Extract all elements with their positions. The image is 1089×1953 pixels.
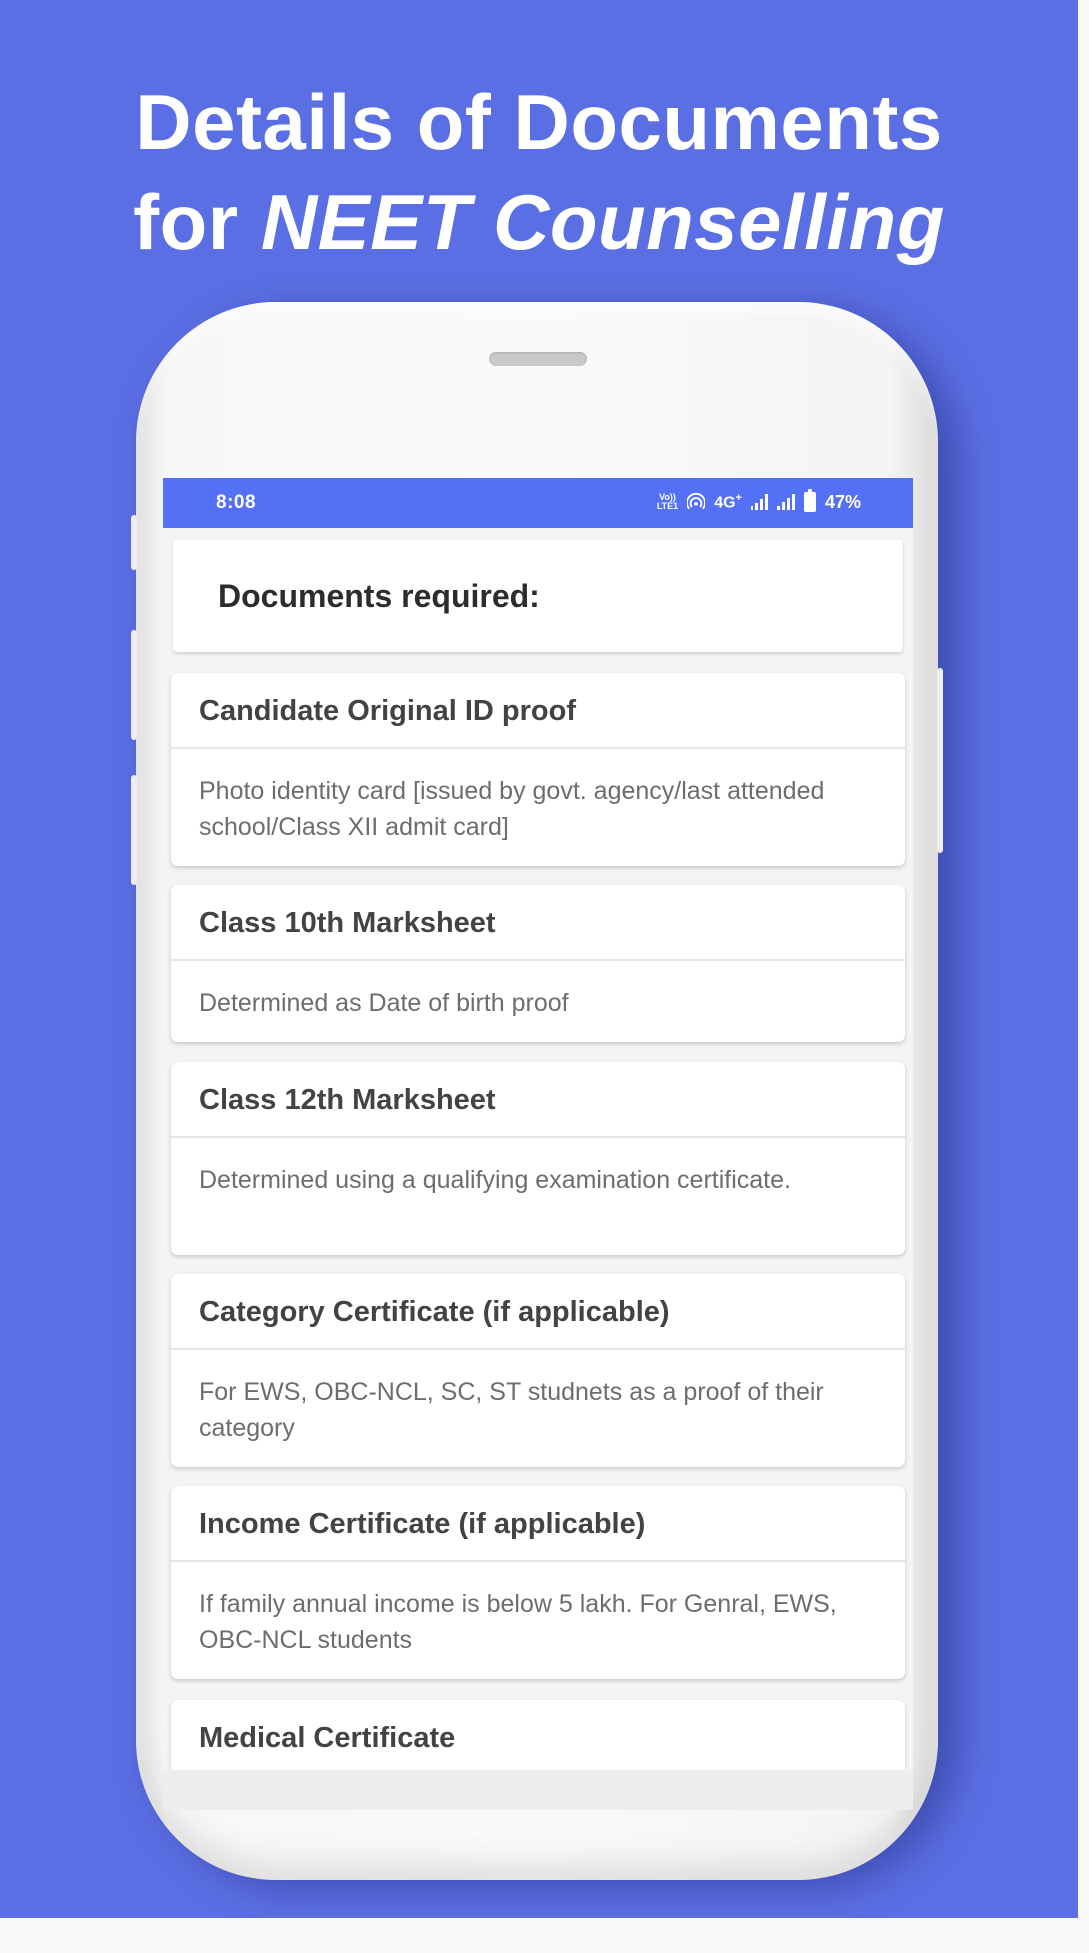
signal-icon-sim2 [776, 494, 795, 510]
document-title: Class 12th Marksheet [171, 1062, 905, 1138]
document-description: If family annual income is below 5 lakh.… [199, 1590, 837, 1654]
signal-bar [759, 499, 763, 510]
documents-heading-card: Documents required: [173, 540, 903, 652]
document-description: Determined using a qualifying examinatio… [199, 1166, 791, 1194]
phone-speaker [489, 352, 587, 366]
document-description: For EWS, OBC-NCL, SC, ST studnets as a p… [199, 1378, 824, 1442]
volte-label-bottom: LTE1 [656, 501, 679, 511]
signal-bar [764, 494, 768, 510]
document-title: Category Certificate (if applicable) [171, 1274, 905, 1350]
signal-bar [754, 503, 758, 510]
document-title: Class 10th Marksheet [171, 885, 905, 961]
phone-side-button-right [937, 668, 943, 853]
document-title: Candidate Original ID proof [171, 673, 905, 749]
status-bar: 8:08 Vo)) LTE1 4G+ 47% [163, 478, 913, 528]
documents-heading: Documents required: [218, 578, 540, 614]
phone-screen[interactable]: 8:08 Vo)) LTE1 4G+ 47% Documents require… [163, 478, 913, 1773]
signal-bar [776, 506, 780, 510]
status-icons: Vo)) LTE1 4G+ 47% [657, 489, 861, 515]
battery-percent: 47% [824, 491, 861, 512]
promo-headline: Details of Documents for NEET Counsellin… [0, 72, 1078, 272]
headline-emphasis: NEET Counselling [260, 178, 945, 266]
headline-line-1: Details of Documents [135, 78, 943, 166]
signal-bar [786, 498, 790, 510]
phone-side-button-left-2 [131, 630, 137, 740]
network-type: 4G+ [714, 492, 742, 512]
hotspot-icon [687, 493, 706, 510]
document-card[interactable]: Class 12th Marksheet Determined using a … [171, 1062, 905, 1255]
document-card[interactable]: Income Certificate (if applicable) If fa… [171, 1486, 905, 1679]
volte-icon: Vo)) LTE1 [657, 493, 678, 511]
document-card[interactable]: Category Certificate (if applicable) For… [171, 1274, 905, 1467]
headline-line-2: for NEET Counselling [0, 172, 1078, 272]
phone-side-button-left-1 [131, 515, 137, 570]
promo-background: Details of Documents for NEET Counsellin… [0, 0, 1078, 1918]
phone-chin [163, 1770, 913, 1810]
phone-side-button-left-3 [131, 775, 137, 885]
document-card[interactable]: Class 10th Marksheet Determined as Date … [171, 885, 905, 1042]
signal-dot [750, 506, 753, 510]
document-card[interactable]: Candidate Original ID proof Photo identi… [171, 673, 905, 866]
document-title: Income Certificate (if applicable) [171, 1486, 905, 1562]
document-card[interactable]: Medical Certificate [171, 1700, 905, 1773]
signal-bar [781, 502, 785, 510]
document-description: Determined as Date of birth proof [199, 989, 569, 1017]
signal-icon-sim1 [750, 494, 768, 510]
document-description: Photo identity card [issued by govt. age… [199, 777, 825, 841]
status-time: 8:08 [216, 492, 257, 513]
network-type-label: 4G [714, 494, 736, 512]
battery-icon [803, 489, 816, 512]
headline-line-2-prefix: for [133, 178, 261, 266]
network-type-suffix: + [735, 491, 742, 504]
signal-bar [791, 494, 795, 510]
document-title: Medical Certificate [199, 1722, 456, 1754]
